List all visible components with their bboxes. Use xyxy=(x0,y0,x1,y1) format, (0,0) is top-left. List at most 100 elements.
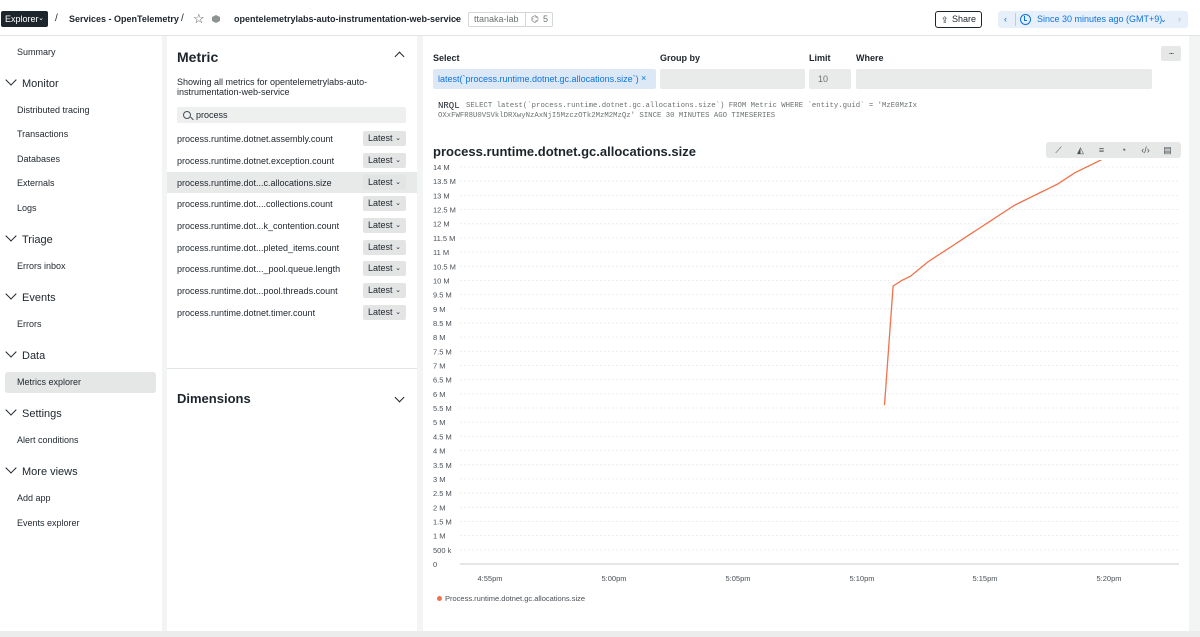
y-tick-label: 12.5 M xyxy=(433,206,456,215)
breadcrumb-services[interactable]: Services - OpenTelemetry xyxy=(69,14,179,24)
divider xyxy=(525,13,526,26)
entity-name[interactable]: opentelemetrylabs-auto-instrumentation-w… xyxy=(234,14,461,24)
close-icon[interactable]: × xyxy=(641,73,646,83)
divider xyxy=(1015,13,1016,26)
table-icon[interactable]: ▤ xyxy=(1161,144,1174,156)
sidebar-item-alert-conditions[interactable]: Alert conditions xyxy=(17,435,79,445)
aggregation-dropdown[interactable]: Latest ⌄ xyxy=(363,218,406,233)
sidebar-section-triage[interactable]: Triage xyxy=(5,230,53,246)
sidebar-item-transactions[interactable]: Transactions xyxy=(17,129,68,139)
top-bar: Explorer ⌄ / Services - OpenTelemetry / ☆… xyxy=(0,0,1200,36)
line-chart-icon[interactable]: ⟋ xyxy=(1052,144,1065,156)
y-tick-label: 6 M xyxy=(433,390,446,399)
sidebar-item-summary[interactable]: Summary xyxy=(17,47,56,57)
sidebar-item-events-explorer[interactable]: Events explorer xyxy=(17,518,80,528)
sidebar-item-distributed-tracing[interactable]: Distributed tracing xyxy=(17,105,90,115)
metric-row[interactable]: process.runtime.dot....collections.count… xyxy=(167,193,417,214)
pie-chart-icon[interactable]: ◔ xyxy=(1117,144,1130,156)
sidebar-item-errors-inbox[interactable]: Errors inbox xyxy=(17,261,66,271)
explorer-button[interactable]: Explorer ⌄ xyxy=(1,11,48,27)
limit-field[interactable]: 10 xyxy=(809,69,851,89)
sidebar-section-monitor[interactable]: Monitor xyxy=(5,74,59,90)
nrql-query[interactable]: SELECT latest(`process.runtime.dotnet.gc… xyxy=(438,101,918,121)
visualization-switcher: ⟋ ◭ ≡ ◔ ‹/› ▤ xyxy=(1046,142,1181,158)
y-tick-label: 0 xyxy=(433,560,437,569)
legend-swatch xyxy=(437,596,442,601)
share-button[interactable]: ⇪ Share xyxy=(935,11,982,28)
time-label: Since 30 minutes ago (GMT+9) xyxy=(1037,14,1163,24)
sidebar-item-logs[interactable]: Logs xyxy=(17,203,37,213)
share-icon: ⇪ xyxy=(941,15,949,25)
line-chart: 0 500 k 1 M 1.5 M 2 M 2.5 M 3 M 3.5 M 4 M 4.5 M 5 … xyxy=(433,160,1179,583)
sidebar-section-more-views[interactable]: More views xyxy=(5,462,78,478)
sidebar-item-add-app[interactable]: Add app xyxy=(17,493,51,503)
metric-name: process.runtime.dotnet.timer.count xyxy=(177,308,316,318)
y-tick-label: 4 M xyxy=(433,447,446,456)
chevron-down-icon[interactable]: ⌄ xyxy=(453,13,460,22)
metric-row-selected[interactable]: process.runtime.dot...c.allocations.size… xyxy=(167,172,417,193)
aggregation-dropdown[interactable]: Latest ⌄ xyxy=(363,261,406,276)
group-by-field[interactable] xyxy=(660,69,805,89)
aggregation-dropdown[interactable]: Latest ⌄ xyxy=(363,196,406,211)
y-tick-label: 12 M xyxy=(433,220,450,229)
sidebar-item-errors[interactable]: Errors xyxy=(17,319,42,329)
x-tick-label: 5:00pm xyxy=(601,574,626,583)
sidebar-item-externals[interactable]: Externals xyxy=(17,178,55,188)
dimensions-title: Dimensions xyxy=(177,391,251,406)
bar-chart-icon[interactable]: ≡ xyxy=(1095,144,1108,156)
metric-description: Showing all metrics for opentelemetrylab… xyxy=(177,77,368,97)
aggregation-dropdown[interactable]: Latest ⌄ xyxy=(363,283,406,298)
area-chart-icon[interactable]: ◭ xyxy=(1074,144,1087,156)
star-icon[interactable]: ☆ xyxy=(193,11,205,27)
chevron-down-icon xyxy=(5,404,17,416)
metric-row[interactable]: process.runtime.dotnet.timer.count Latest… xyxy=(167,302,417,323)
horizontal-scrollbar[interactable] xyxy=(0,631,1200,637)
sidebar-section-events[interactable]: Events xyxy=(5,288,56,304)
metric-row[interactable]: process.runtime.dotnet.exception.count La… xyxy=(167,150,417,171)
where-field[interactable] xyxy=(856,69,1152,89)
sidebar-item-metrics-explorer[interactable]: Metrics explorer xyxy=(17,377,81,387)
x-tick-label: 5:15pm xyxy=(972,574,997,583)
y-tick-label: 11 M xyxy=(433,248,449,257)
y-tick-label: 13 M xyxy=(433,191,450,200)
sidebar-item-databases[interactable]: Databases xyxy=(17,154,60,164)
code-icon[interactable]: ‹/› xyxy=(1139,144,1152,156)
metric-name: process.runtime.dot...k_contention.count xyxy=(177,221,340,231)
select-field[interactable]: latest(`process.runtime.dotnet.gc.alloca… xyxy=(433,69,656,89)
metric-name: process.runtime.dot....collections.count xyxy=(177,199,333,209)
chevron-up-icon[interactable] xyxy=(394,51,405,62)
chevron-right-icon[interactable]: › xyxy=(1178,11,1181,28)
account-tag[interactable]: ttanaka-lab ⌬ 5 xyxy=(468,12,553,27)
chevron-left-icon[interactable]: ‹ xyxy=(1004,11,1007,28)
clock-icon xyxy=(1020,14,1031,25)
account-name: ttanaka-lab xyxy=(474,14,519,24)
x-tick-label: 5:05pm xyxy=(725,574,750,583)
sidebar: Summary Monitor Distributed tracing Tran… xyxy=(0,36,162,631)
metric-row[interactable]: process.runtime.dot...pool.threads.count… xyxy=(167,280,417,301)
sidebar-section-settings[interactable]: Settings xyxy=(5,404,62,420)
more-options-button[interactable]: ... xyxy=(1161,46,1181,61)
chevron-down-icon[interactable] xyxy=(394,392,405,403)
y-tick-label: 3.5 M xyxy=(433,461,452,470)
metric-row[interactable]: process.runtime.dotnet.assembly.count Lat… xyxy=(167,128,417,149)
chevron-down-icon: ⌄ xyxy=(395,200,401,207)
metric-name: process.runtime.dot..._pool.queue.length xyxy=(177,264,341,274)
chevron-down-icon: ⌄ xyxy=(395,309,401,316)
aggregation-dropdown[interactable]: Latest ⌄ xyxy=(363,175,406,190)
metric-search-input[interactable] xyxy=(177,107,406,123)
metric-row[interactable]: process.runtime.dot...k_contention.count… xyxy=(167,215,417,236)
limit-label: Limit xyxy=(809,53,831,63)
metric-row[interactable]: process.runtime.dot..._pool.queue.length… xyxy=(167,258,417,279)
chevron-down-icon xyxy=(5,74,17,86)
metric-row[interactable]: process.runtime.dot...pleted_items.count… xyxy=(167,237,417,258)
time-picker[interactable]: ‹ Since 30 minutes ago (GMT+9) ⌄ › xyxy=(998,11,1188,28)
aggregation-dropdown[interactable]: Latest ⌄ xyxy=(363,240,406,255)
aggregation-dropdown[interactable]: Latest ⌄ xyxy=(363,153,406,168)
sidebar-section-data[interactable]: Data xyxy=(5,346,45,362)
y-tick-label: 1.5 M xyxy=(433,517,452,526)
metric-name: process.runtime.dot...c.allocations.size xyxy=(177,178,332,188)
aggregation-dropdown[interactable]: Latest ⌄ xyxy=(363,305,406,320)
aggregation-dropdown[interactable]: Latest ⌄ xyxy=(363,131,406,146)
y-tick-label: 3 M xyxy=(433,475,446,484)
chevron-down-icon: ⌄ xyxy=(395,222,401,229)
